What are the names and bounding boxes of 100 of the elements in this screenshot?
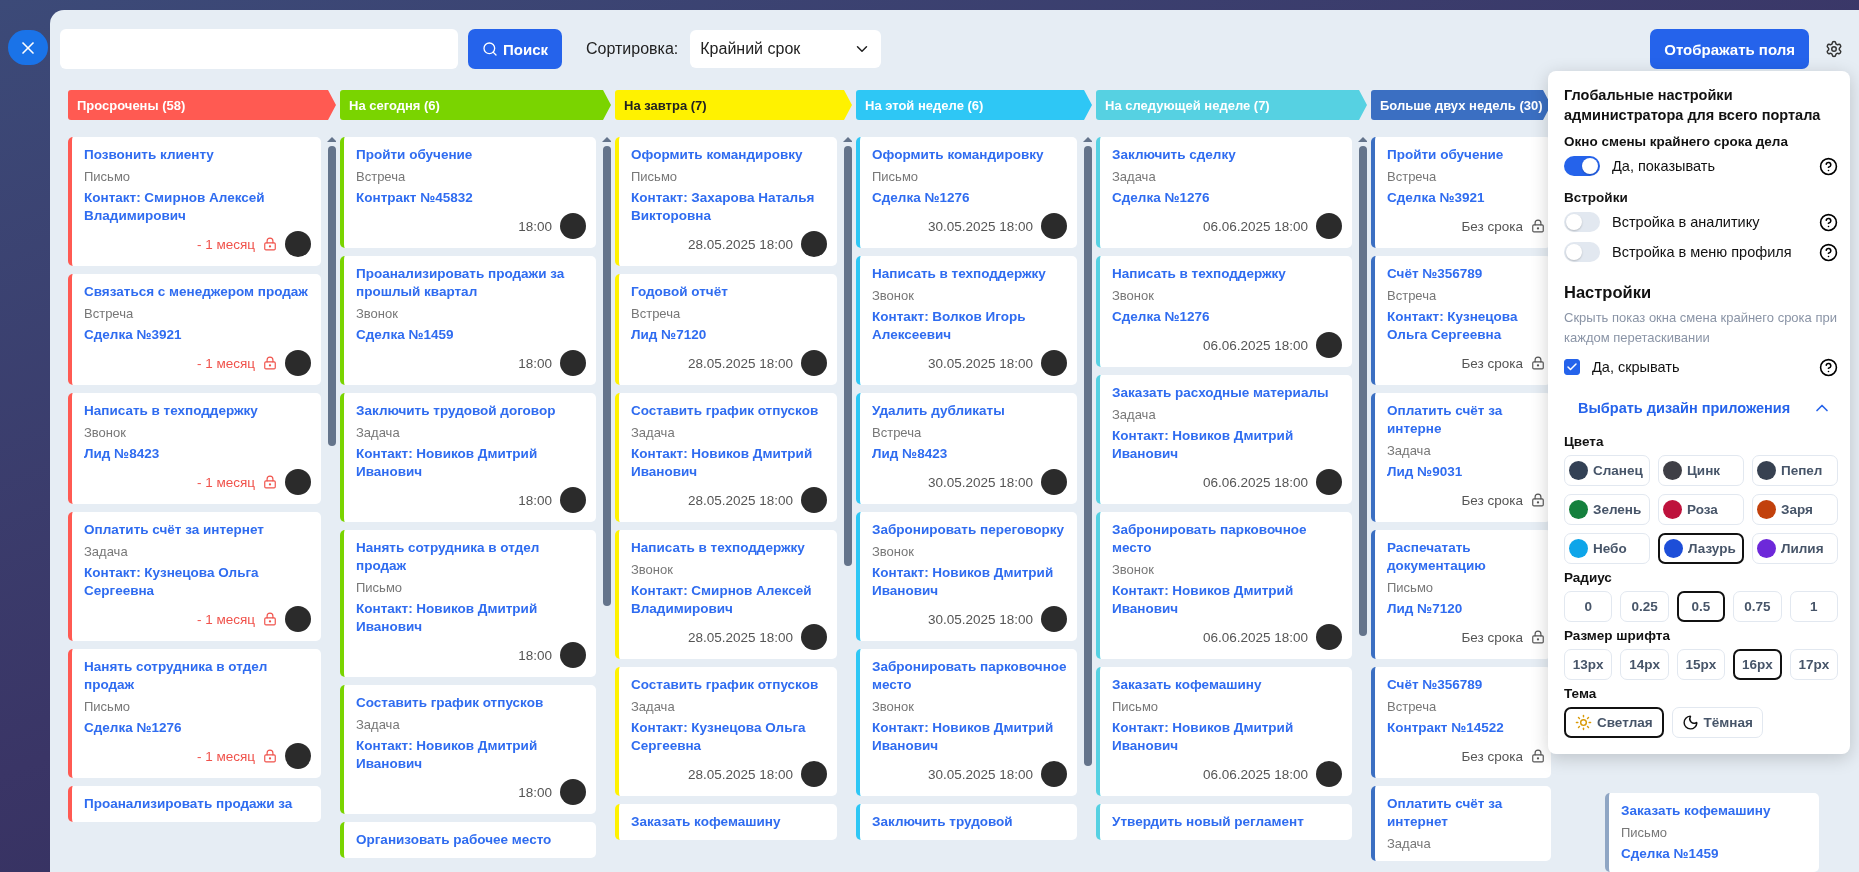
help-icon[interactable] [1819,242,1838,262]
task-title[interactable]: Составить график отпусков [631,402,827,420]
task-card[interactable]: Нанять сотрудника в отдел продаж Письмо Сделка №1276 - 1 месяц [68,649,321,778]
task-card[interactable]: Написать в техподдержку Звонок Контакт: Волков Игорь Алексеевич 30.05.2025 18:00 [856,256,1077,385]
task-title[interactable]: Счёт №356789 [1387,265,1545,283]
task-title[interactable]: Позвонить клиенту [84,146,311,164]
task-title[interactable]: Заказать кофемашину [631,813,827,831]
avatar[interactable] [1316,469,1342,495]
avatar[interactable] [801,624,827,650]
task-card[interactable]: Заказать кофемашину Письмо Контакт: Новиков Дмитрий Иванович 06.06.2025 18:00 [1096,667,1352,796]
task-link[interactable]: Контакт: Новиков Дмитрий Иванович [356,737,586,773]
avatar[interactable] [560,642,586,668]
task-title[interactable]: Заказать кофемашину [1112,676,1342,694]
color-option[interactable]: Пепел [1752,455,1838,486]
task-link[interactable]: Контакт: Смирнов Алексей Владимирович [84,189,311,225]
task-card[interactable]: Составить график отпусков Задача Контакт: Кузнецова Ольга Сергеевна 28.05.2025 18:00 [615,667,837,796]
color-option[interactable]: Сланец [1564,455,1650,486]
task-card[interactable]: Связаться с менеджером продаж Встреча Сделка №3921 - 1 месяц [68,274,321,385]
task-title[interactable]: Проанализировать продажи за прошлый квартал [356,265,586,301]
task-title[interactable]: Оформить командировку [631,146,827,164]
font-size-option[interactable]: 14px [1620,649,1669,680]
task-title[interactable]: Заключить трудовой [872,813,1067,831]
task-link[interactable]: Контакт: Новиков Дмитрий Иванович [1112,719,1342,755]
avatar[interactable] [560,487,586,513]
task-link[interactable]: Сделка №1276 [1112,308,1342,326]
avatar[interactable] [285,743,311,769]
avatar[interactable] [560,779,586,805]
task-title[interactable]: Написать в техподдержку [872,265,1067,283]
task-title[interactable]: Пройти обучение [1387,146,1545,164]
task-link[interactable]: Сделка №1276 [1112,189,1342,207]
task-title[interactable]: Оплатить счёт за интернет [1387,795,1545,831]
radius-option[interactable]: 0 [1564,591,1613,622]
toggle-switch[interactable] [1564,242,1600,262]
task-title[interactable]: Утвердить новый регламент [1112,813,1342,831]
font-size-option[interactable]: 15px [1676,649,1726,680]
avatar[interactable] [1316,213,1342,239]
theme-option[interactable]: Светлая [1564,707,1664,738]
column-header[interactable]: Просрочены (58) [68,90,336,120]
task-card[interactable]: Написать в техподдержку Звонок Лид №8423 - 1 месяц [68,393,321,504]
task-title[interactable]: Нанять сотрудника в отдел продаж [84,658,311,694]
task-link[interactable]: Лид №7120 [631,326,827,344]
theme-option[interactable]: Тёмная [1671,707,1763,738]
task-link[interactable]: Контакт: Кузнецова Ольга Сергеевна [84,564,311,600]
task-link[interactable]: Контакт: Волков Игорь Алексеевич [872,308,1067,344]
avatar[interactable] [801,487,827,513]
task-title[interactable]: Организовать рабочее место [356,831,586,849]
task-title[interactable]: Оплатить счёт за интерне [1387,402,1545,438]
font-size-option[interactable]: 17px [1789,649,1838,680]
task-title[interactable]: Пройти обучение [356,146,586,164]
show-fields-button[interactable]: Отображать поля [1650,29,1809,69]
task-card[interactable]: Написать в техподдержку Звонок Сделка №1276 06.06.2025 18:00 [1096,256,1352,367]
task-card[interactable]: Заключить трудовой договор Задача Контакт: Новиков Дмитрий Иванович 18:00 [340,393,596,522]
task-title[interactable]: Оплатить счёт за интернет [84,521,311,539]
task-title[interactable]: Проанализировать продажи за [84,795,311,813]
task-title[interactable]: Составить график отпусков [631,676,827,694]
avatar[interactable] [1041,606,1067,632]
task-title[interactable]: Забронировать парковочное место [872,658,1067,694]
column-header[interactable]: На завтра (7) [615,90,852,120]
task-title[interactable]: Заключить сделку [1112,146,1342,164]
checkbox[interactable] [1564,359,1580,375]
task-link[interactable]: Контакт: Новиков Дмитрий Иванович [1112,582,1342,618]
task-card[interactable]: Утвердить новый регламент [1096,804,1352,840]
avatar[interactable] [1316,761,1342,787]
task-link[interactable]: Контакт: Новиков Дмитрий Иванович [872,564,1067,600]
radius-option[interactable]: 0.5 [1676,591,1726,622]
task-card[interactable]: Счёт №356789 Встреча Контракт №14522 Без срока [1371,667,1551,778]
task-card[interactable]: Заключить сделку Задача Сделка №1276 06.06.2025 18:00 [1096,137,1352,248]
avatar[interactable] [285,350,311,376]
task-link[interactable]: Контакт: Новиков Дмитрий Иванович [631,445,827,481]
task-title[interactable]: Оформить командировку [872,146,1067,164]
task-card[interactable]: Составить график отпусков Задача Контакт: Новиков Дмитрий Иванович 28.05.2025 18:00 [615,393,837,522]
task-title[interactable]: Заказать кофемашину [1621,802,1809,820]
task-card[interactable]: Составить график отпусков Задача Контакт: Новиков Дмитрий Иванович 18:00 [340,685,596,814]
task-card[interactable]: Оплатить счёт за интернет Задача [1371,786,1551,861]
task-title[interactable]: Связаться с менеджером продаж [84,283,311,301]
task-card[interactable]: Проанализировать продажи за [68,786,321,822]
task-title[interactable]: Нанять сотрудника в отдел продаж [356,539,586,575]
radius-option[interactable]: 0.75 [1733,591,1782,622]
task-title[interactable]: Удалить дубликаты [872,402,1067,420]
task-link[interactable]: Лид №7120 [1387,600,1545,618]
task-title[interactable]: Забронировать переговорку [872,521,1067,539]
avatar[interactable] [285,231,311,257]
task-link[interactable]: Контакт: Новиков Дмитрий Иванович [356,445,586,481]
task-link[interactable]: Сделка №1459 [356,326,586,344]
task-link[interactable]: Контакт: Новиков Дмитрий Иванович [872,719,1067,755]
task-link[interactable]: Контакт: Кузнецова Ольга Сергеевна [1387,308,1545,344]
search-button[interactable]: Поиск [468,29,562,69]
task-card[interactable]: Заказать расходные материалы Задача Контакт: Новиков Дмитрий Иванович 06.06.2025 18:00 [1096,375,1352,504]
task-title[interactable]: Написать в техподдержку [631,539,827,557]
task-link[interactable]: Контакт: Новиков Дмитрий Иванович [356,600,586,636]
avatar[interactable] [1041,469,1067,495]
task-link[interactable]: Контакт: Новиков Дмитрий Иванович [1112,427,1342,463]
task-card[interactable]: Позвонить клиенту Письмо Контакт: Смирнов Алексей Владимирович - 1 месяц [68,137,321,266]
task-title[interactable]: Заказать расходные материалы [1112,384,1342,402]
avatar[interactable] [1041,213,1067,239]
task-card[interactable]: Оплатить счёт за интерне Задача Лид №9031 Без срока [1371,393,1551,522]
task-link[interactable]: Сделка №1276 [872,189,1067,207]
task-link[interactable]: Сделка №1459 [1621,845,1809,863]
task-title[interactable]: Написать в техподдержку [1112,265,1342,283]
task-card[interactable]: Нанять сотрудника в отдел продаж Письмо Контакт: Новиков Дмитрий Иванович 18:00 [340,530,596,677]
